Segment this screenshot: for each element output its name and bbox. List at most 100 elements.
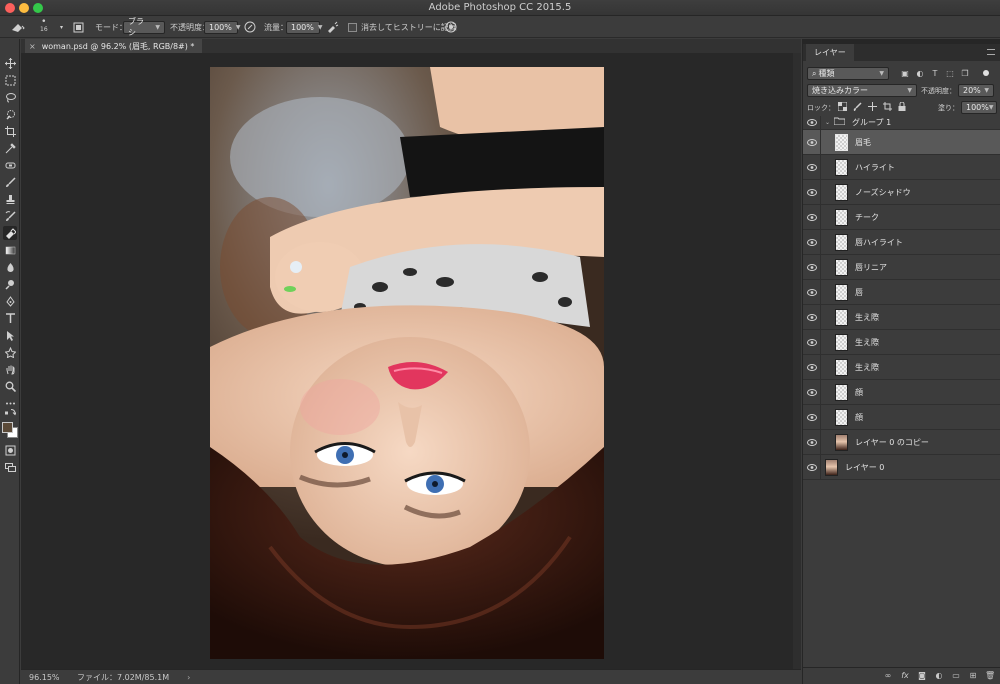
- brush-panel-icon[interactable]: [73, 19, 84, 35]
- layer-row[interactable]: 唇リニア: [803, 254, 1000, 280]
- gradient-tool-icon[interactable]: [3, 243, 17, 257]
- eye-icon[interactable]: [803, 179, 821, 205]
- color-swatches[interactable]: [2, 422, 18, 438]
- eye-icon[interactable]: [803, 129, 821, 155]
- link-layers-icon[interactable]: ∞: [883, 671, 893, 681]
- eye-icon[interactable]: [803, 454, 821, 480]
- new-adjustment-icon[interactable]: ◐: [934, 671, 944, 681]
- adjustment-filter-icon[interactable]: ◐: [915, 69, 925, 79]
- layer-opacity-field[interactable]: 20% ▼: [958, 84, 994, 97]
- erase-to-history-checkbox[interactable]: 消去してヒストリーに記録: [348, 19, 457, 35]
- layer-style-icon[interactable]: fx: [900, 671, 910, 681]
- eye-icon[interactable]: [803, 354, 821, 380]
- airbrush-icon[interactable]: [326, 19, 339, 35]
- eye-icon[interactable]: [803, 229, 821, 255]
- pressure-size-icon[interactable]: [445, 19, 457, 35]
- filter-kind-select[interactable]: ⌕ 種類 ▼: [807, 67, 889, 80]
- healing-brush-tool-icon[interactable]: [3, 158, 17, 172]
- blend-mode-select[interactable]: 焼き込みカラー ▼: [807, 84, 917, 97]
- eye-icon[interactable]: [803, 404, 821, 430]
- lock-position-icon[interactable]: [868, 101, 877, 114]
- lock-image-icon[interactable]: [853, 101, 862, 114]
- chevron-down-icon[interactable]: ▾: [60, 19, 63, 35]
- lock-all-icon[interactable]: [898, 101, 906, 114]
- close-icon[interactable]: ×: [29, 42, 36, 51]
- lock-transparent-icon[interactable]: [837, 101, 848, 114]
- brush-tool-icon[interactable]: [3, 175, 17, 189]
- vertical-scrollbar[interactable]: [793, 53, 801, 669]
- new-layer-icon[interactable]: ⊞: [968, 671, 978, 681]
- layer-row[interactable]: 顔: [803, 404, 1000, 430]
- custom-shape-tool-icon[interactable]: [3, 345, 17, 359]
- layer-row[interactable]: 唇: [803, 279, 1000, 305]
- eye-icon[interactable]: [803, 379, 821, 405]
- eye-icon[interactable]: [803, 115, 821, 130]
- eye-icon[interactable]: [803, 204, 821, 230]
- fill-field[interactable]: 100% ▼: [961, 101, 997, 114]
- panel-menu-icon[interactable]: [987, 49, 995, 55]
- quick-selection-tool-icon[interactable]: [3, 107, 17, 121]
- group-name: グループ 1: [852, 118, 892, 127]
- eye-icon[interactable]: [803, 154, 821, 180]
- layer-row[interactable]: ノーズシャドウ: [803, 179, 1000, 205]
- layer-row[interactable]: 顔: [803, 379, 1000, 405]
- eye-icon[interactable]: [803, 329, 821, 355]
- pressure-opacity-icon[interactable]: [244, 19, 256, 35]
- filter-toggle[interactable]: [983, 70, 989, 76]
- type-tool-icon[interactable]: [3, 311, 17, 325]
- new-group-icon[interactable]: ▭: [951, 671, 961, 681]
- zoom-tool-icon[interactable]: [3, 379, 17, 393]
- chevron-down-icon: ▼: [879, 70, 884, 77]
- type-filter-icon[interactable]: T: [930, 69, 940, 79]
- layer-row[interactable]: レイヤー 0: [803, 454, 1000, 480]
- eye-icon[interactable]: [803, 254, 821, 280]
- layer-row[interactable]: 唇ハイライト: [803, 229, 1000, 255]
- layer-row[interactable]: レイヤー 0 のコピー: [803, 429, 1000, 455]
- foreground-color-swatch[interactable]: [2, 422, 13, 433]
- layer-row[interactable]: 生え際: [803, 354, 1000, 380]
- layer-row[interactable]: ハイライト: [803, 154, 1000, 180]
- quick-mask-icon[interactable]: [3, 443, 17, 457]
- pen-tool-icon[interactable]: [3, 294, 17, 308]
- crop-tool-icon[interactable]: [3, 124, 17, 138]
- brush-size-picker[interactable]: • 16: [40, 18, 48, 35]
- lock-artboard-icon[interactable]: [883, 101, 892, 114]
- delete-layer-icon[interactable]: 🗑: [985, 671, 995, 681]
- eye-icon[interactable]: [803, 429, 821, 455]
- add-mask-icon[interactable]: ◙: [917, 671, 927, 681]
- dodge-tool-icon[interactable]: [3, 277, 17, 291]
- layer-row[interactable]: 眉毛: [803, 129, 1000, 155]
- move-tool-icon[interactable]: [3, 56, 17, 70]
- layer-row[interactable]: チーク: [803, 204, 1000, 230]
- smart-object-filter-icon[interactable]: ❐: [960, 69, 970, 79]
- shape-filter-icon[interactable]: ⬚: [945, 69, 955, 79]
- eye-icon[interactable]: [803, 304, 821, 330]
- marquee-tool-icon[interactable]: [3, 73, 17, 87]
- layer-row[interactable]: 生え際: [803, 304, 1000, 330]
- hand-tool-icon[interactable]: [3, 362, 17, 376]
- eye-icon[interactable]: [803, 279, 821, 305]
- eraser-tool-preset-icon[interactable]: [6, 19, 30, 35]
- blur-tool-icon[interactable]: [3, 260, 17, 274]
- layer-group-row[interactable]: ⌄ グループ 1: [803, 115, 1000, 130]
- screen-mode-icon[interactable]: [3, 460, 17, 474]
- flow-field[interactable]: 100% ▼: [286, 20, 323, 34]
- chevron-down-icon[interactable]: ⌄: [825, 119, 830, 126]
- opacity-value: 100%: [209, 22, 232, 32]
- status-menu-arrow-icon[interactable]: ›: [187, 673, 190, 682]
- history-brush-tool-icon[interactable]: [3, 209, 17, 223]
- tab-layers[interactable]: レイヤー: [806, 44, 854, 61]
- layer-row[interactable]: 生え際: [803, 329, 1000, 355]
- document-image[interactable]: [210, 67, 604, 659]
- mode-select[interactable]: ブラシ ▼: [123, 17, 165, 37]
- clone-stamp-tool-icon[interactable]: [3, 192, 17, 206]
- eyedropper-tool-icon[interactable]: [3, 141, 17, 155]
- image-filter-icon[interactable]: ▣: [900, 69, 910, 79]
- path-selection-tool-icon[interactable]: [3, 328, 17, 342]
- swap-colors-icon[interactable]: [3, 407, 17, 417]
- lasso-tool-icon[interactable]: [3, 90, 17, 104]
- opacity-field[interactable]: 100% ▼: [204, 20, 241, 34]
- eraser-tool-icon[interactable]: [3, 226, 17, 240]
- document-tab[interactable]: × woman.psd @ 96.2% (眉毛, RGB/8#) *: [25, 39, 203, 53]
- zoom-level[interactable]: 96.15%: [29, 673, 69, 682]
